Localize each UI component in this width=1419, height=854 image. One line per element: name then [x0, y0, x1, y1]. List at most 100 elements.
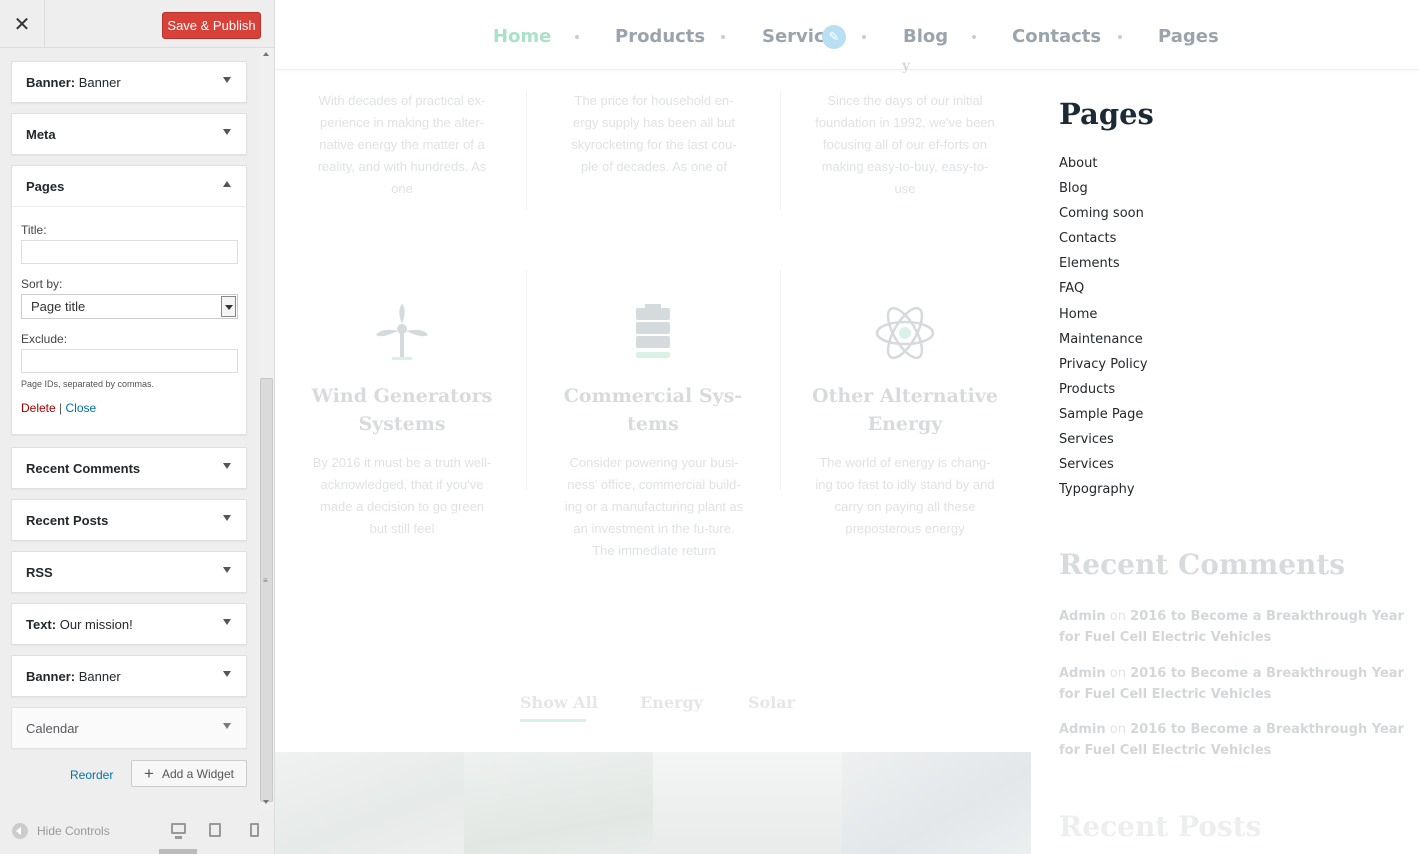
chevron-up-icon[interactable] [223, 181, 231, 187]
page-link[interactable]: Coming soon [1059, 203, 1148, 228]
widget-recent-comments[interactable]: Recent Comments [11, 447, 247, 489]
widget-meta[interactable]: Meta [11, 113, 247, 155]
close-link[interactable]: Close [66, 401, 97, 415]
comment-author[interactable]: Admin [1059, 609, 1106, 624]
nav-blog[interactable]: Blog [903, 26, 948, 47]
widget-recent-comments-header[interactable]: Recent Comments [12, 448, 246, 488]
widget-calendar[interactable]: Calendar [11, 707, 247, 749]
chevron-down-icon[interactable] [223, 515, 231, 521]
gallery-image[interactable] [464, 752, 653, 854]
hide-controls-button[interactable]: Hide Controls [12, 823, 110, 839]
nav-products[interactable]: Products [615, 26, 705, 47]
scroll-down-icon[interactable] [263, 800, 269, 804]
widget-text[interactable]: Text: Our mission! [11, 603, 247, 645]
comment-author[interactable]: Admin [1059, 722, 1106, 737]
chevron-down-icon[interactable] [223, 77, 231, 83]
scrollbar[interactable]: ≡ [259, 48, 274, 810]
edit-pencil-icon[interactable]: ✎ [822, 25, 846, 49]
comment-on: on [1109, 666, 1126, 681]
exclude-label: Exclude: [21, 332, 68, 346]
title-label: Title: [21, 223, 47, 237]
page-link[interactable]: Services [1059, 429, 1148, 454]
widget-recent-posts[interactable]: Recent Posts [11, 499, 247, 541]
filter-energy[interactable]: Energy [640, 693, 703, 712]
desktop-preview-icon[interactable] [171, 823, 186, 839]
add-widget-button[interactable]: + Add a Widget [131, 760, 247, 787]
widget-banner-2-header[interactable]: Banner: Banner [12, 656, 246, 696]
page-link[interactable]: Maintenance [1059, 329, 1148, 354]
filter-solar[interactable]: Solar [748, 693, 795, 712]
delete-link[interactable]: Delete [21, 401, 56, 415]
page-link[interactable]: Sample Page [1059, 404, 1148, 429]
widget-pages: Pages Title: Sort by: Page title Exclude… [11, 165, 247, 435]
filter-show-all[interactable]: Show All [520, 693, 598, 712]
nav-contacts[interactable]: Contacts [1012, 26, 1101, 47]
chevron-down-icon[interactable] [223, 463, 231, 469]
chevron-down-icon[interactable] [223, 129, 231, 135]
page-link[interactable]: Elements [1059, 253, 1148, 278]
page-link[interactable]: Contacts [1059, 228, 1148, 253]
widget-calendar-header[interactable]: Calendar [12, 708, 246, 748]
gallery-image[interactable] [653, 752, 842, 854]
chevron-down-icon[interactable] [223, 671, 231, 677]
page-link[interactable]: About [1059, 153, 1148, 178]
scrollbar-thumb[interactable]: ≡ [260, 378, 273, 802]
widget-pages-header[interactable]: Pages [12, 166, 246, 206]
pages-widget-title: Pages [1059, 97, 1154, 131]
exclude-input[interactable] [21, 349, 238, 373]
save-publish-button[interactable]: Save & Publish [162, 12, 261, 39]
chevron-down-icon[interactable] [221, 296, 236, 317]
page-link[interactable]: Home [1059, 304, 1148, 329]
customizer-header: ✕ Save & Publish [0, 0, 274, 48]
page-link[interactable]: Typography [1059, 479, 1148, 504]
customizer-footer: Hide Controls [0, 810, 274, 854]
nav-home[interactable]: Home [493, 26, 551, 47]
widget-banner-2[interactable]: Banner: Banner [11, 655, 247, 697]
recent-posts-title: Recent Posts [1059, 810, 1262, 843]
page-link[interactable]: Blog [1059, 178, 1148, 203]
widget-recent-posts-header[interactable]: Recent Posts [12, 500, 246, 540]
chevron-down-icon[interactable] [223, 619, 231, 625]
nav-pages[interactable]: Pages [1158, 26, 1219, 47]
service-text: Consider powering your busi-ness' office… [564, 455, 744, 558]
widget-banner[interactable]: Banner: Banner [11, 61, 247, 103]
collapse-icon [12, 823, 28, 839]
widget-rss[interactable]: RSS [11, 551, 247, 593]
mobile-preview-icon[interactable] [250, 823, 259, 837]
service-text: Since the days of our initial foundation… [815, 93, 995, 196]
widget-type: Banner: [26, 668, 76, 684]
close-icon[interactable]: ✕ [0, 0, 45, 48]
nav-separator [1118, 35, 1122, 39]
widget-title: Banner [78, 668, 121, 684]
comment-author[interactable]: Admin [1059, 666, 1106, 681]
widget-banner-header[interactable]: Banner: Banner [12, 62, 246, 102]
widget-text-header[interactable]: Text: Our mission! [12, 604, 246, 644]
page-link[interactable]: Products [1059, 379, 1148, 404]
atom-icon [875, 306, 935, 360]
scroll-up-icon[interactable] [263, 52, 269, 56]
title-input[interactable] [21, 240, 238, 264]
pages-widget-form: Title: Sort by: Page title Exclude: Page… [12, 206, 246, 415]
nav-separator [972, 35, 976, 39]
widget-type: Recent Posts [26, 512, 109, 528]
gallery-image[interactable] [275, 752, 464, 854]
page-link[interactable]: Privacy Policy [1059, 354, 1148, 379]
widget-meta-header[interactable]: Meta [12, 114, 246, 154]
sortby-value: Page title [31, 299, 86, 314]
tablet-preview-icon[interactable] [209, 823, 221, 837]
sortby-select[interactable]: Page title [21, 294, 238, 319]
gallery-image[interactable] [842, 752, 1031, 854]
widget-rss-header[interactable]: RSS [12, 552, 246, 592]
divider [526, 90, 527, 210]
widget-actions: Delete | Close [21, 401, 237, 415]
widget-type: Calendar [26, 720, 79, 736]
service-title: Other Alternative Energy [812, 385, 998, 435]
chevron-down-icon[interactable] [223, 723, 231, 729]
page-link[interactable]: FAQ [1059, 278, 1148, 303]
reorder-link[interactable]: Reorder [70, 768, 113, 782]
widget-type: RSS [26, 564, 53, 580]
service-text: With decades of practical ex-perience in… [317, 93, 487, 196]
chevron-down-icon[interactable] [223, 567, 231, 573]
divider [780, 270, 781, 490]
page-link[interactable]: Services [1059, 454, 1148, 479]
